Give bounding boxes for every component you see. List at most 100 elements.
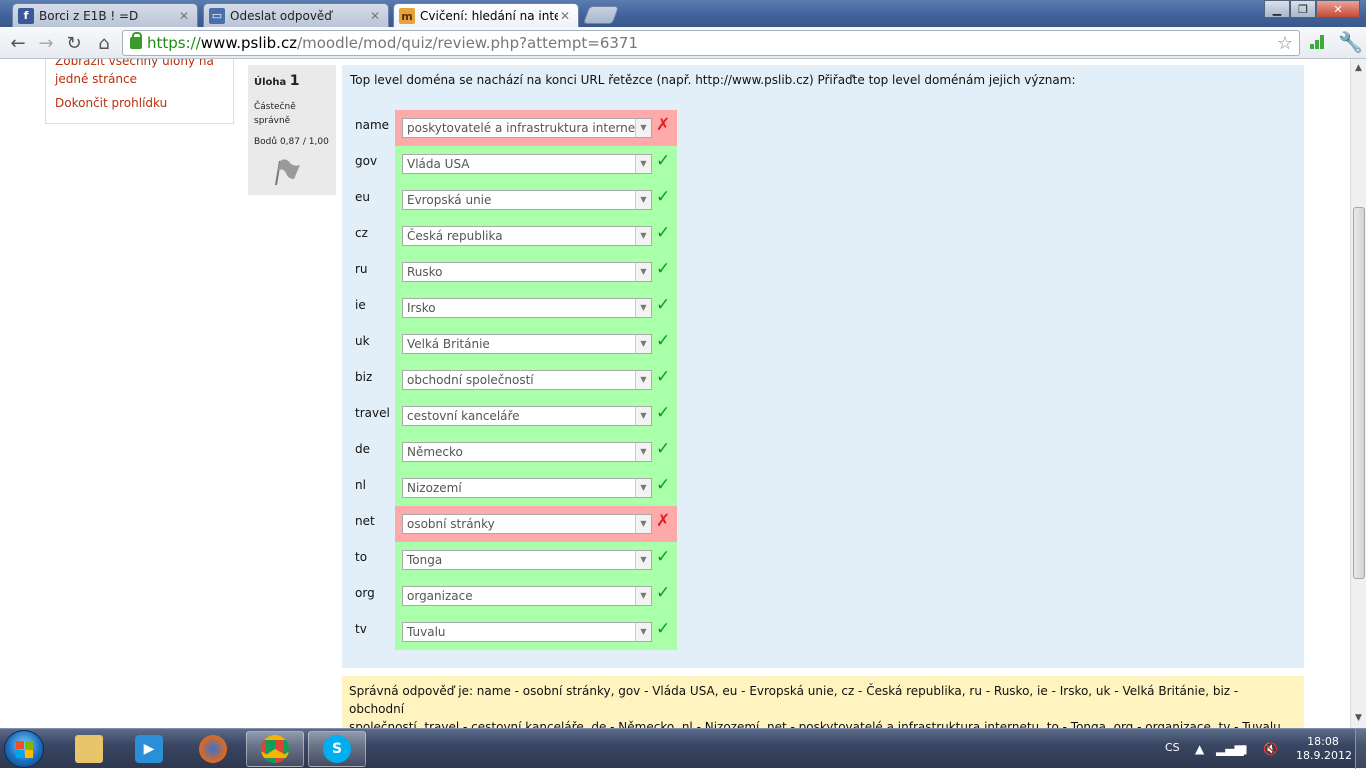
new-tab-button[interactable] — [582, 6, 620, 24]
facebook-icon: f — [18, 7, 34, 24]
answer-select[interactable]: Velká Británie ▼ — [402, 334, 652, 354]
show-desktop-button[interactable] — [1355, 729, 1366, 769]
answer-select[interactable]: Německo ▼ — [402, 442, 652, 462]
wrench-menu-icon[interactable]: 🔧 — [1338, 30, 1363, 54]
tab-odeslat[interactable]: ▭ Odeslat odpověď ✕ — [203, 3, 389, 27]
answer-select[interactable]: Evropská unie ▼ — [402, 190, 652, 210]
tab-close-icon[interactable]: ✕ — [177, 9, 191, 23]
answer-select[interactable]: Česká republika ▼ — [402, 226, 652, 246]
minimize-icon[interactable]: ▁ — [1264, 0, 1290, 18]
answer-select-value: Česká republika — [407, 229, 503, 243]
chevron-down-icon[interactable]: ▼ — [635, 263, 651, 281]
power-icon[interactable]: ▮ — [1241, 742, 1248, 756]
chevron-down-icon[interactable]: ▼ — [635, 515, 651, 533]
address-bar[interactable]: https://www.pslib.cz/moodle/mod/quiz/rev… — [122, 30, 1300, 56]
show-all-link[interactable]: Zobrazit všechny úlohy na jedné stránce — [55, 59, 214, 88]
tab-close-icon[interactable]: ✕ — [558, 9, 572, 23]
answer-row: travel cestovní kanceláře ▼ ✓ — [350, 398, 680, 434]
answer-select-value: Tonga — [407, 553, 443, 567]
back-icon[interactable]: ← — [6, 31, 30, 55]
chevron-down-icon[interactable]: ▼ — [635, 587, 651, 605]
taskbar-explorer[interactable] — [60, 731, 118, 767]
bookmark-star-icon[interactable]: ☆ — [1277, 33, 1293, 54]
answer-select-value: Velká Británie — [407, 337, 490, 351]
forward-icon[interactable]: → — [34, 31, 58, 55]
correct-answer-cell: Německo ▼ ✓ — [395, 434, 677, 470]
answer-select[interactable]: Tonga ▼ — [402, 550, 652, 570]
answer-select[interactable]: Vláda USA ▼ — [402, 154, 652, 174]
flag-icon[interactable] — [272, 157, 302, 187]
signal-extension-icon[interactable] — [1310, 35, 1326, 49]
answer-select[interactable]: Nizozemí ▼ — [402, 478, 652, 498]
answer-row: org organizace ▼ ✓ — [350, 578, 680, 614]
answer-select-value: osobní stránky — [407, 517, 495, 531]
window-controls: ▁ ❐ ✕ — [1264, 0, 1360, 18]
correct-answer-cell: Tonga ▼ ✓ — [395, 542, 677, 578]
check-icon: ✓ — [656, 403, 671, 423]
volume-muted-icon[interactable]: 🔇 — [1263, 742, 1278, 756]
start-button[interactable] — [4, 730, 44, 768]
chevron-down-icon[interactable]: ▼ — [635, 335, 651, 353]
scroll-down-icon[interactable]: ▼ — [1355, 713, 1362, 723]
answer-row: de Německo ▼ ✓ — [350, 434, 680, 470]
chevron-down-icon[interactable]: ▼ — [635, 119, 651, 137]
scrollbar-thumb[interactable] — [1353, 207, 1365, 579]
answer-row-label: eu — [355, 190, 370, 204]
tab-close-icon[interactable]: ✕ — [368, 9, 382, 23]
question-number: Úloha 1 — [254, 73, 300, 89]
finish-review-link[interactable]: Dokončit prohlídku — [55, 94, 167, 112]
answer-select[interactable]: obchodní společností ▼ — [402, 370, 652, 390]
answer-select[interactable]: Irsko ▼ — [402, 298, 652, 318]
language-indicator[interactable]: CS — [1165, 741, 1180, 754]
reload-icon[interactable]: ↻ — [62, 31, 86, 55]
answer-select[interactable]: Tuvalu ▼ — [402, 622, 652, 642]
answer-select-value: Tuvalu — [407, 625, 446, 639]
chevron-down-icon[interactable]: ▼ — [635, 227, 651, 245]
incorrect-answer-cell: poskytovatelé a infrastruktura internetu… — [395, 110, 677, 146]
close-window-icon[interactable]: ✕ — [1316, 0, 1360, 18]
answer-row-label: de — [355, 442, 370, 456]
windows-logo-icon — [16, 741, 34, 759]
vertical-scrollbar[interactable]: ▲ ▼ — [1350, 59, 1366, 728]
chevron-down-icon[interactable]: ▼ — [635, 623, 651, 641]
chevron-down-icon[interactable]: ▼ — [635, 155, 651, 173]
taskbar-media-player[interactable]: ▶ — [120, 731, 178, 767]
right-answer-feedback: Správná odpověď je: name - osobní stránk… — [342, 676, 1304, 728]
answer-select[interactable]: organizace ▼ — [402, 586, 652, 606]
show-hidden-icons-icon[interactable]: ▲ — [1195, 742, 1204, 756]
tab-cviceni[interactable]: m Cvičení: hledání na interne ✕ — [393, 3, 579, 28]
chevron-down-icon[interactable]: ▼ — [635, 191, 651, 209]
answer-row: name poskytovatelé a infrastruktura inter… — [350, 110, 680, 146]
answer-select[interactable]: poskytovatelé a infrastruktura internetu… — [402, 118, 652, 138]
chevron-down-icon[interactable]: ▼ — [635, 443, 651, 461]
firefox-icon — [199, 735, 227, 763]
quiz-navigation-block: Zobrazit všechny úlohy na jedné stránce … — [45, 59, 234, 124]
taskbar-firefox[interactable] — [184, 731, 242, 767]
home-icon[interactable]: ⌂ — [92, 31, 116, 55]
maximize-icon[interactable]: ❐ — [1290, 0, 1316, 18]
answer-select-value: Nizozemí — [407, 481, 462, 495]
chevron-down-icon[interactable]: ▼ — [635, 371, 651, 389]
network-icon[interactable]: ▂▄▆ — [1216, 742, 1244, 756]
system-clock[interactable]: 18:08 18.9.2012 — [1296, 735, 1352, 763]
incorrect-answer-cell: osobní stránky ▼ ✗ — [395, 506, 677, 542]
moodle-icon: m — [399, 8, 415, 24]
answer-select[interactable]: Rusko ▼ — [402, 262, 652, 282]
answer-select-value: obchodní společností — [407, 373, 534, 387]
question-info: Úloha 1 Částečně správně Bodů 0,87 / 1,0… — [248, 65, 336, 195]
taskbar-chrome[interactable] — [246, 731, 304, 767]
answer-select[interactable]: osobní stránky ▼ — [402, 514, 652, 534]
chevron-down-icon[interactable]: ▼ — [635, 407, 651, 425]
chevron-down-icon[interactable]: ▼ — [635, 551, 651, 569]
taskbar-skype[interactable]: S — [308, 731, 366, 767]
cross-icon: ✗ — [656, 511, 671, 531]
chevron-down-icon[interactable]: ▼ — [635, 479, 651, 497]
question-content: Top level doména se nachází na konci URL… — [342, 65, 1304, 668]
tab-facebook[interactable]: f Borci z E1B ! =D ✕ — [12, 3, 198, 27]
answer-select-value: Rusko — [407, 265, 443, 279]
answer-select[interactable]: cestovní kanceláře ▼ — [402, 406, 652, 426]
skype-icon: S — [323, 735, 351, 763]
scroll-up-icon[interactable]: ▲ — [1355, 63, 1362, 73]
browser-titlebar: f Borci z E1B ! =D ✕ ▭ Odeslat odpověď ✕… — [0, 0, 1366, 28]
chevron-down-icon[interactable]: ▼ — [635, 299, 651, 317]
